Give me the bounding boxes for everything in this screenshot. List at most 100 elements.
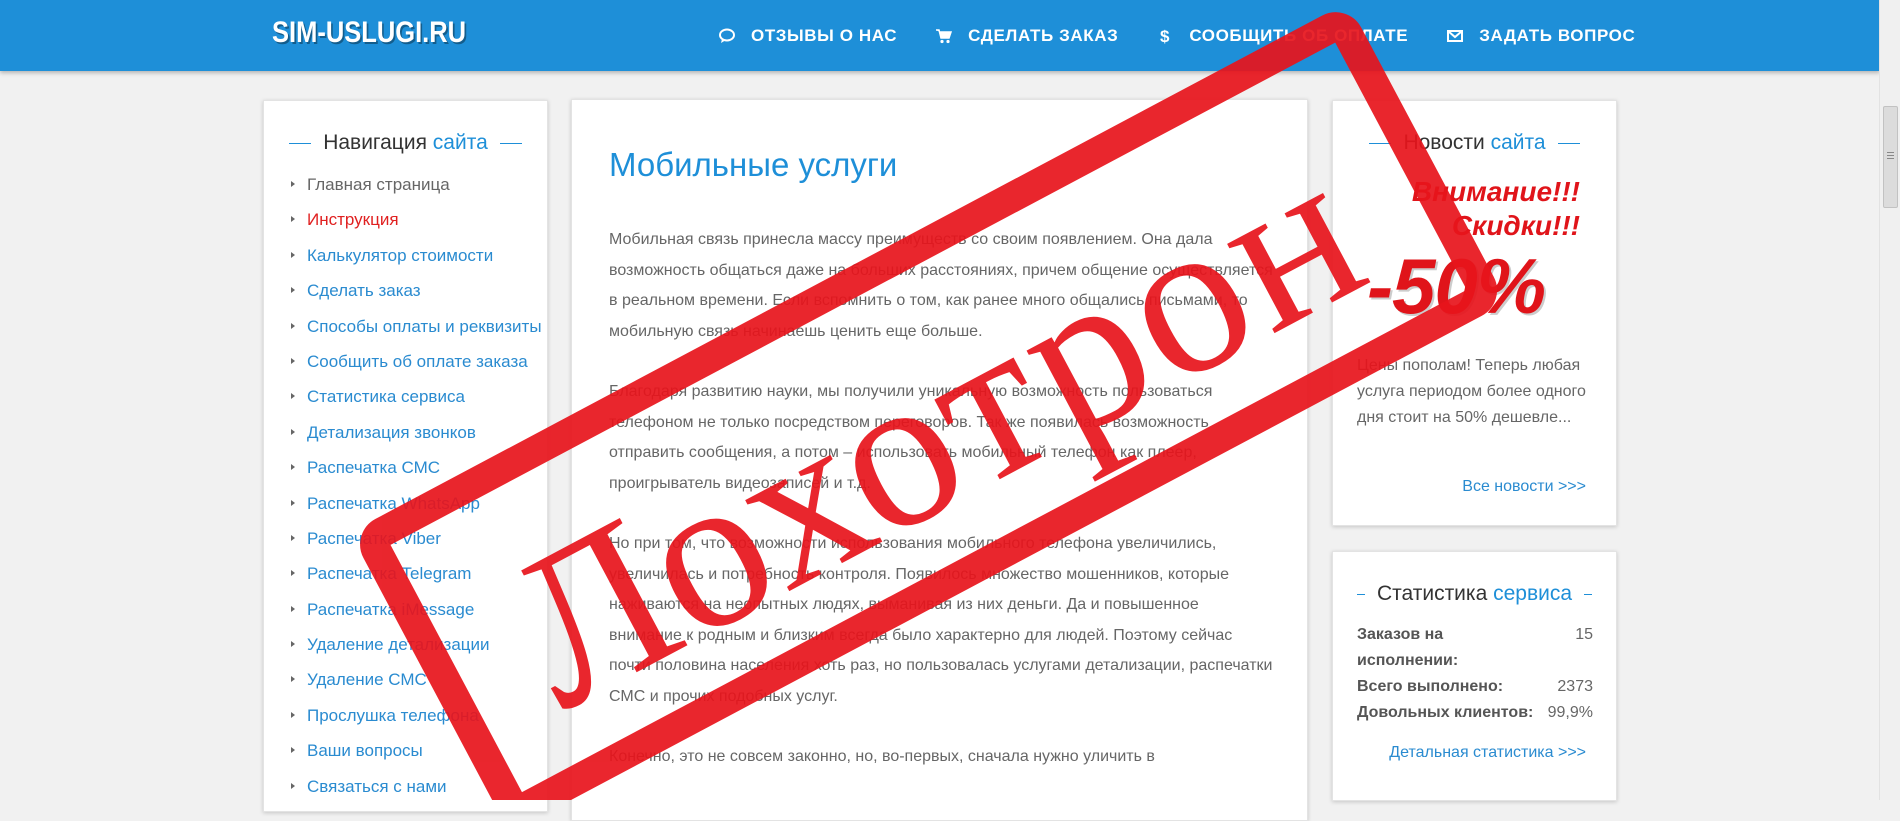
article-paragraph: Конечно, это не совсем законно, но, во-п… [609, 748, 1155, 765]
sidebar-menu-item[interactable]: Сделать заказ [291, 273, 547, 308]
bullet-arrow-icon [291, 570, 295, 577]
page-title: Мобильные услуги [609, 146, 898, 183]
title-dash-right [499, 142, 522, 144]
bullet-arrow-icon [291, 216, 295, 223]
promo-line-attention: Внимание!!! [1411, 176, 1580, 207]
stats-title-accent: сервиса [1493, 582, 1573, 605]
nav-payment-link[interactable]: $ СООБЩИТЬ ОБ ОПЛАТЕ [1156, 24, 1408, 48]
bullet-arrow-icon [291, 428, 295, 435]
sidebar-menu-item-label: Распечатка WhatsApp [307, 493, 480, 513]
stats-panel: Статистика сервиса Заказов на исполнении… [1332, 551, 1617, 801]
sidebar-menu-item[interactable]: Калькулятор стоимости [291, 238, 547, 273]
sidebar-menu-item-label: Главная страница [307, 175, 450, 194]
stats-label: Довольных клиентов: [1357, 704, 1534, 721]
sidebar-menu-item-label: Распечатка Telegram [307, 564, 472, 584]
nav-payment-label: СООБЩИТЬ ОБ ОПЛАТЕ [1189, 26, 1409, 45]
article-body: Мобильная связь принесла массу преимущес… [609, 225, 1274, 803]
sidebar-menu: Главная страница Инструкция Калькулятор ст… [291, 167, 547, 804]
sidebar-menu-item[interactable]: Ваши вопросы [291, 733, 547, 768]
nav-reviews-link[interactable]: ОТЗЫВЫ О НАС [718, 24, 897, 48]
news-title-accent: сайта [1490, 131, 1546, 154]
sidebar-menu-item[interactable]: Главная страница [291, 167, 547, 202]
sidebar-menu-item-label: Способы оплаты и реквизиты [307, 316, 542, 336]
title-dash-left [289, 142, 312, 144]
title-dash-right [1557, 142, 1580, 144]
sidebar-menu-item-label: Инструкция [307, 210, 399, 230]
nav-order-label: СДЕЛАТЬ ЗАКАЗ [968, 26, 1119, 45]
bullet-arrow-icon [291, 605, 295, 612]
site-logo[interactable]: SIM-USLUGI.RU [272, 16, 466, 50]
page-scrollbar[interactable] [1879, 0, 1900, 800]
bullet-arrow-icon [291, 676, 295, 683]
bullet-arrow-icon [291, 782, 295, 789]
sidebar-menu-item[interactable]: Сообщить об оплате заказа [291, 344, 547, 379]
bullet-arrow-icon [291, 287, 295, 294]
sidebar-menu-item-label: Удаление СМС [307, 670, 427, 690]
sidebar-menu-item[interactable]: Удаление детализации [291, 627, 547, 662]
stats-value: 2373 [1557, 678, 1593, 695]
shopping-cart-icon [935, 27, 953, 45]
nav-order-link[interactable]: СДЕЛАТЬ ЗАКАЗ [935, 24, 1118, 48]
scrollbar-thumb[interactable] [1883, 106, 1898, 208]
bullet-arrow-icon [291, 357, 295, 364]
bullet-arrow-icon [291, 181, 295, 187]
main-content-panel: Мобильные услуги Мобильная связь принесл… [571, 99, 1308, 821]
sidebar-title: Навигация сайта [264, 131, 547, 155]
sidebar-menu-item[interactable]: Распечатка Telegram [291, 556, 547, 591]
news-title: Новости сайта [1333, 131, 1616, 155]
news-title-main: Новости [1403, 131, 1485, 154]
stats-label: Всего выполнено: [1357, 678, 1504, 695]
stats-title: Статистика сервиса [1333, 582, 1616, 606]
title-dash-right [1584, 593, 1593, 595]
sidebar-menu-item-label: Ваши вопросы [307, 741, 423, 761]
sidebar-menu-item-label: Распечатка Viber [307, 528, 441, 548]
bullet-arrow-icon [291, 641, 295, 648]
sidebar-menu-item-label: Удаление детализации [307, 635, 490, 655]
sidebar-menu-item[interactable]: Детализация звонков [291, 415, 547, 450]
nav-reviews-label: ОТЗЫВЫ О НАС [751, 26, 898, 45]
article-paragraph: Благодаря развитию науки, мы получили ун… [609, 383, 1213, 492]
sidebar-menu-item-label: Распечатка iMessage [307, 599, 475, 619]
sidebar-menu-item[interactable]: Способы оплаты и реквизиты [291, 309, 547, 344]
stats-label: Заказов на исполнении: [1357, 626, 1459, 669]
stats-value: 99,9% [1547, 704, 1593, 721]
title-dash-left [1369, 142, 1392, 144]
article-paragraph: Но при том, что возможности использовани… [609, 535, 1273, 705]
sidebar-menu-item[interactable]: Распечатка Viber [291, 521, 547, 556]
dollar-icon: $ [1156, 27, 1174, 45]
nav-question-link[interactable]: ЗАДАТЬ ВОПРОС [1446, 24, 1635, 48]
promo-line-discounts: Скидки!!! [1451, 210, 1580, 241]
top-navigation: ОТЗЫВЫ О НАС СДЕЛАТЬ ЗАКАЗ $ СООБЩИТЬ ОБ… [718, 24, 1673, 48]
stats-row: Заказов на исполнении: 15 [1357, 622, 1593, 674]
sidebar-menu-item-label: Распечатка СМС [307, 458, 441, 478]
stats-row: Довольных клиентов: 99,9% [1357, 700, 1593, 726]
bullet-arrow-icon [291, 464, 295, 471]
stats-title-main: Статистика [1376, 582, 1488, 605]
nav-question-label: ЗАДАТЬ ВОПРОС [1479, 26, 1636, 45]
scrollbar-grip-line [1887, 155, 1894, 156]
sidebar-menu-item[interactable]: Распечатка WhatsApp [291, 486, 547, 521]
sidebar-menu-item[interactable]: Связаться с нами [291, 769, 547, 804]
sidebar-title-accent: сайта [432, 131, 488, 154]
bullet-arrow-icon [291, 393, 295, 400]
sidebar-menu-item[interactable]: Удаление СМС [291, 662, 547, 697]
sidebar-menu-item-label: Сообщить об оплате заказа [307, 351, 528, 371]
stats-value: 15 [1575, 626, 1593, 643]
sidebar-menu-item[interactable]: Распечатка iMessage [291, 592, 547, 627]
scrollbar-grip-line [1887, 152, 1894, 153]
sidebar-menu-item-label: Калькулятор стоимости [307, 245, 494, 265]
sidebar-menu-item[interactable]: Статистика сервиса [291, 379, 547, 414]
sidebar-menu-item[interactable]: Прослушка телефона [291, 698, 547, 733]
bullet-arrow-icon [291, 747, 295, 754]
all-news-link[interactable]: Все новости >>> [1462, 478, 1586, 496]
sidebar-menu-item[interactable]: Распечатка СМС [291, 450, 547, 485]
sidebar-navigation-panel: Навигация сайта Главная страница Инструкц… [263, 100, 548, 812]
envelope-icon [1446, 27, 1464, 45]
detailed-stats-link[interactable]: Детальная статистика >>> [1389, 744, 1586, 762]
sidebar-menu-item-label: Детализация звонков [307, 422, 476, 442]
sidebar-menu-item-label: Статистика сервиса [307, 387, 465, 407]
bullet-arrow-icon [291, 251, 295, 258]
article-paragraph: Мобильная связь принесла массу преимущес… [609, 231, 1273, 340]
stats-table: Заказов на исполнении: 15 Всего выполнен… [1357, 622, 1593, 726]
sidebar-menu-item[interactable]: Инструкция [291, 202, 547, 237]
